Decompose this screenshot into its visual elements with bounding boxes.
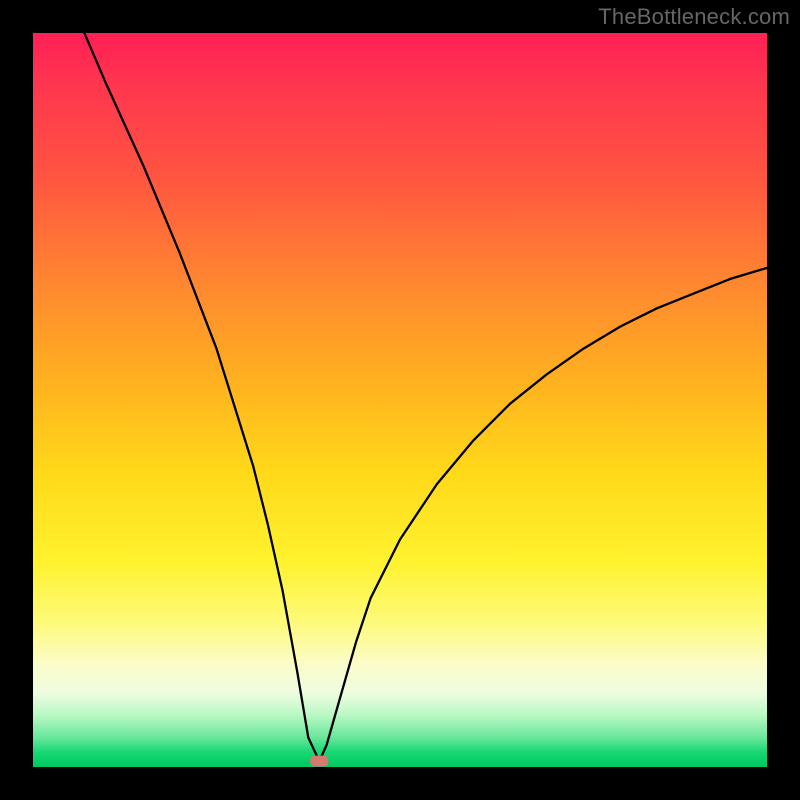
minimum-marker <box>310 756 328 767</box>
plot-area <box>33 33 767 767</box>
bottleneck-curve-svg <box>33 33 767 767</box>
bottleneck-curve <box>84 33 767 761</box>
chart-frame: TheBottleneck.com <box>0 0 800 800</box>
watermark-text: TheBottleneck.com <box>598 4 790 30</box>
